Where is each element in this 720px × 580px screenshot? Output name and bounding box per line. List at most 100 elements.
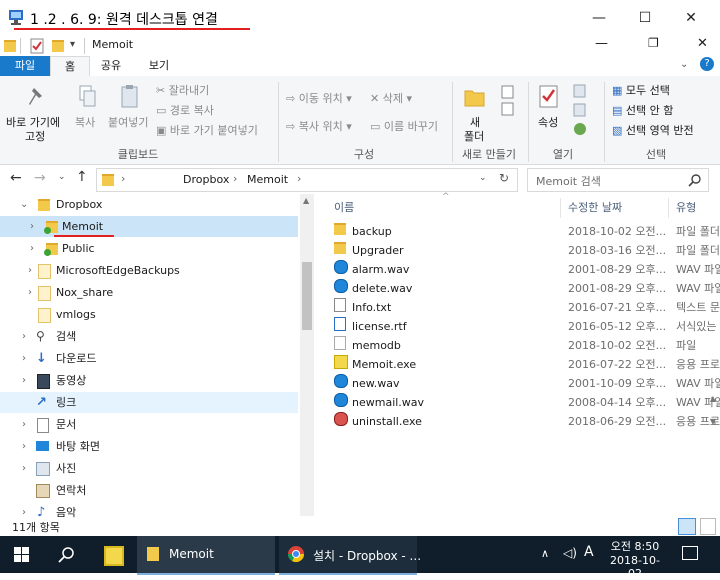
properties-qat-icon[interactable] xyxy=(30,38,44,54)
collapsed-chevron-icon[interactable]: › xyxy=(30,238,34,259)
copy-button[interactable]: 복사 xyxy=(75,114,95,130)
breadcrumb-memoit[interactable]: Memoit xyxy=(247,173,288,186)
address-bar[interactable]: › Dropbox › Memoit › ⌄ ↻ xyxy=(96,168,518,192)
select-none-button[interactable]: ▤ 선택 안 함 xyxy=(612,102,673,118)
select-all-button[interactable]: ▦ 모두 선택 xyxy=(612,82,670,98)
recent-locations-chevron-icon[interactable]: ⌄ xyxy=(58,172,66,182)
address-dropdown-icon[interactable]: ⌄ xyxy=(479,173,487,183)
file-row[interactable]: backup 2018-10-02 오전... 파일 폴더 xyxy=(318,222,720,241)
tab-home[interactable]: 홈 xyxy=(50,56,90,77)
file-row[interactable]: Info.txt 2016-07-21 오후... 텍스트 문서 xyxy=(318,298,720,317)
paste-button[interactable]: 붙여넣기 xyxy=(108,114,148,130)
new-folder-qat-icon[interactable] xyxy=(52,40,64,52)
taskbar-explorer-button[interactable]: Memoit xyxy=(137,536,275,575)
invert-selection-button[interactable]: ▧ 선택 영역 반전 xyxy=(612,122,694,138)
nav-item-videos[interactable]: › 동영상 xyxy=(0,370,300,391)
search-icon[interactable] xyxy=(58,546,76,564)
explorer-restore-button[interactable]: ❐ xyxy=(648,36,659,50)
list-scroll-arrows[interactable]: ▲ ▼ xyxy=(706,394,720,434)
tab-view[interactable]: 보기 xyxy=(140,56,178,76)
large-icons-view-icon[interactable] xyxy=(700,518,716,535)
nav-item-desktop[interactable]: › 바탕 화면 xyxy=(0,436,300,457)
nav-item-public[interactable]: › Public xyxy=(0,238,300,259)
move-to-button[interactable]: ⇨ 이동 위치 ▾ xyxy=(286,90,352,106)
help-icon[interactable]: ? xyxy=(700,57,714,71)
file-row[interactable]: delete.wav 2001-08-29 오후... WAV 파일 xyxy=(318,279,720,298)
file-row[interactable]: newmail.wav 2008-04-14 오후... WAV 파일 xyxy=(318,393,720,412)
details-view-icon[interactable] xyxy=(678,518,696,535)
collapsed-chevron-icon[interactable]: › xyxy=(28,260,32,281)
refresh-icon[interactable]: ↻ xyxy=(499,171,509,185)
ribbon-collapse-icon[interactable]: ⌄ xyxy=(680,59,688,70)
collapsed-chevron-icon[interactable]: › xyxy=(22,348,26,369)
search-box[interactable]: Memoit 검색 xyxy=(527,168,709,192)
rdp-minimize-button[interactable]: — xyxy=(576,0,622,36)
breadcrumb-dropbox[interactable]: Dropbox xyxy=(183,173,229,186)
file-row[interactable]: uninstall.exe2018-06-29 오전...응용 프로그램 xyxy=(318,412,720,431)
nav-scrollbar[interactable]: ▲ xyxy=(300,194,314,516)
explorer-close-button[interactable]: ✕ xyxy=(697,36,708,51)
delete-button[interactable]: ✕ 삭제 ▾ xyxy=(370,90,412,106)
nav-item-vmlogs[interactable]: vmlogs xyxy=(0,304,300,325)
back-arrow-icon[interactable]: ← xyxy=(10,170,22,186)
nav-item-memoit[interactable]: › Memoit xyxy=(0,216,298,237)
scroll-down-icon[interactable]: ▼ xyxy=(706,417,720,426)
paste-shortcut-button[interactable]: ▣ 바로 가기 붙여넣기 xyxy=(156,122,258,138)
column-header-type[interactable]: 유형 xyxy=(676,199,696,215)
collapsed-chevron-icon[interactable]: › xyxy=(22,458,26,479)
qat-customize-icon[interactable]: ▾ xyxy=(70,39,75,50)
nav-scrollbar-thumb[interactable] xyxy=(302,262,312,330)
file-row[interactable]: memodb 2018-10-02 오전... 파일 xyxy=(318,336,720,355)
clock-time[interactable]: 오전 8:50 xyxy=(604,538,666,554)
collapsed-chevron-icon[interactable]: › xyxy=(30,216,34,237)
forward-arrow-icon[interactable]: → xyxy=(34,170,46,186)
collapsed-chevron-icon[interactable]: › xyxy=(22,436,26,457)
file-row[interactable]: alarm.wav 2001-08-29 오후... WAV 파일 xyxy=(318,260,720,279)
taskbar-chrome-button[interactable]: 설치 - Dropbox - ... xyxy=(279,536,421,575)
file-row[interactable]: Upgrader 2018-03-16 오전... 파일 폴더 xyxy=(318,241,720,260)
tab-share[interactable]: 공유 xyxy=(92,56,130,76)
nav-item-pictures[interactable]: › 사진 xyxy=(0,458,300,479)
copy-path-button[interactable]: ▭ 경로 복사 xyxy=(156,102,214,118)
nav-item-links[interactable]: ↗ 링크 xyxy=(0,392,298,413)
action-center-icon[interactable] xyxy=(682,546,698,560)
open-edit-history-icons[interactable] xyxy=(572,84,588,138)
column-divider[interactable] xyxy=(560,198,561,218)
collapsed-chevron-icon[interactable]: › xyxy=(28,282,32,303)
nav-item-documents[interactable]: › 문서 xyxy=(0,414,300,435)
volume-icon[interactable]: ◁) xyxy=(563,546,577,560)
file-row[interactable]: license.rtf 2016-05-12 오후... 서식있는 텍스트 xyxy=(318,317,720,336)
windows-start-icon[interactable] xyxy=(14,547,30,563)
up-arrow-icon[interactable]: ↑ xyxy=(76,169,88,185)
ime-indicator[interactable]: A xyxy=(584,544,594,560)
show-hidden-icons-icon[interactable]: ∧ xyxy=(541,547,549,560)
rdp-close-button[interactable]: ✕ xyxy=(668,0,714,36)
nav-item-dropbox[interactable]: ⌄ Dropbox xyxy=(0,194,300,215)
search-input[interactable]: Memoit 검색 xyxy=(536,173,601,189)
file-row[interactable]: new.wav 2001-10-09 오후... WAV 파일 xyxy=(318,374,720,393)
column-header-name[interactable]: 이름 xyxy=(334,199,354,215)
collapsed-chevron-icon[interactable]: › xyxy=(22,414,26,435)
new-item-icons[interactable] xyxy=(500,84,518,118)
properties-button[interactable]: 속성 xyxy=(538,114,558,130)
nav-item-nox-share[interactable]: › Nox_share xyxy=(0,282,300,303)
scroll-up-icon[interactable]: ▲ xyxy=(706,394,720,403)
collapsed-chevron-icon[interactable]: › xyxy=(22,326,26,347)
clock-date[interactable]: 2018-10-02 xyxy=(604,554,666,580)
memoit-app-icon[interactable] xyxy=(104,546,124,566)
expanded-chevron-icon[interactable]: ⌄ xyxy=(20,194,28,215)
column-divider[interactable] xyxy=(668,198,669,218)
file-row[interactable]: Memoit.exe 2016-07-22 오전... 응용 프로그램 xyxy=(318,355,720,374)
nav-item-contacts[interactable]: 연락처 xyxy=(0,480,300,501)
nav-item-microsoftedgebackups[interactable]: › MicrosoftEdgeBackups xyxy=(0,260,300,281)
collapsed-chevron-icon[interactable]: › xyxy=(22,370,26,391)
copy-to-button[interactable]: ⇨ 복사 위치 ▾ xyxy=(286,118,352,134)
nav-item-search[interactable]: › ⚲ 검색 xyxy=(0,326,300,347)
nav-item-downloads[interactable]: › ↓ 다운로드 xyxy=(0,348,300,369)
scroll-up-icon[interactable]: ▲ xyxy=(303,196,309,205)
explorer-minimize-button[interactable]: — xyxy=(595,36,608,51)
rdp-maximize-button[interactable]: ☐ xyxy=(622,0,668,36)
rename-button[interactable]: ▭ 이름 바꾸기 xyxy=(370,118,438,134)
tab-file[interactable]: 파일 xyxy=(0,56,50,76)
column-header-date[interactable]: 수정한 날짜 xyxy=(568,199,622,215)
